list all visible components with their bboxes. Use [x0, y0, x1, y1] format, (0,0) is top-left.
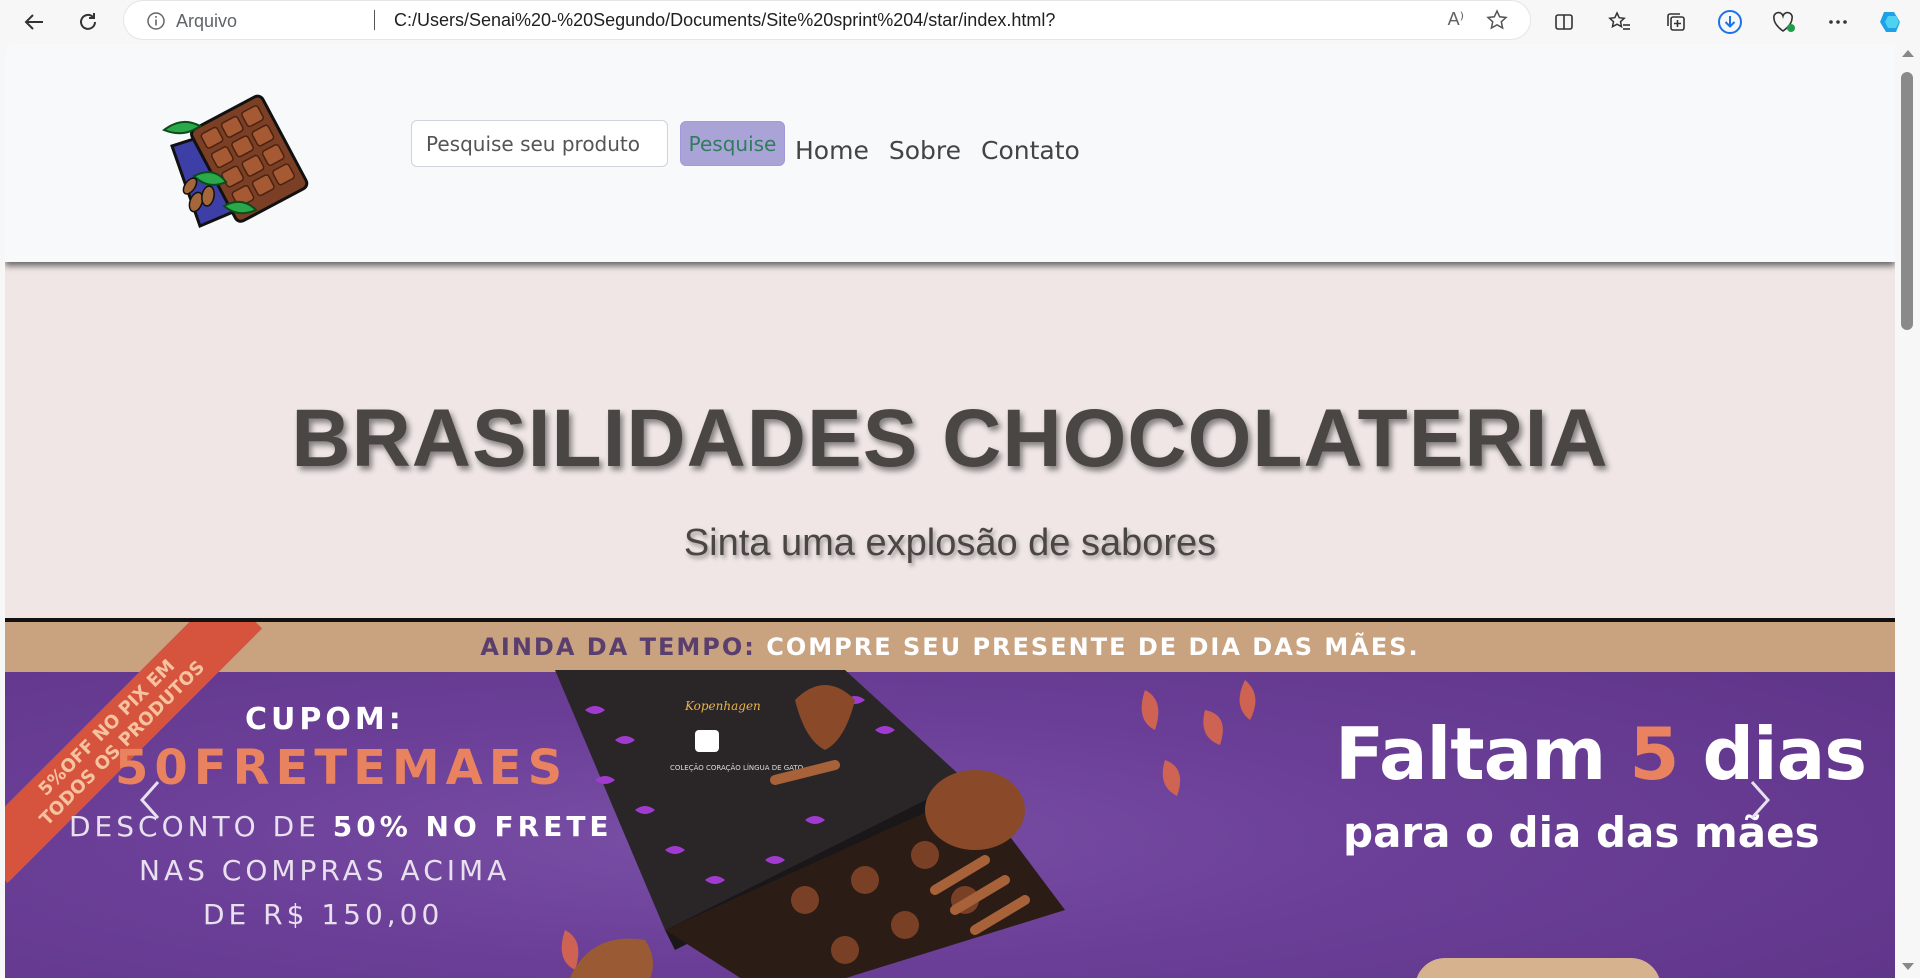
collections-icon — [1667, 13, 1685, 31]
chocolate-bar-logo-icon — [162, 94, 309, 229]
browser-essentials-button[interactable] — [1766, 4, 1802, 40]
promo-cta-button[interactable] — [1415, 958, 1661, 978]
site-navbar: Pesquise Home Sobre Contato — [5, 44, 1895, 262]
info-icon[interactable] — [146, 11, 166, 31]
favorites-button[interactable] — [1602, 4, 1638, 40]
chevron-left-icon — [139, 781, 160, 819]
browser-toolbar: Arquivo C:/Users/Senai%20-%20Segundo/Doc… — [0, 0, 1920, 44]
promo-strip-text: COMPRE SEU PRESENTE DE DIA DAS MÃES. — [766, 633, 1420, 661]
more-dots-icon — [1829, 20, 1847, 24]
hero-subtitle: Sinta uma explosão de sabores — [683, 522, 1217, 564]
chevron-right-icon — [1750, 781, 1771, 819]
coupon-condition-line: NAS COMPRAS ACIMA — [139, 854, 511, 887]
collections-button[interactable] — [1658, 4, 1694, 40]
scroll-down-arrow-icon[interactable] — [1902, 963, 1914, 970]
coupon-discount-prefix: DESCONTO DE — [69, 810, 333, 843]
nav-link-sobre[interactable]: Sobre — [889, 136, 961, 165]
page-viewport: Pesquise Home Sobre Contato BRASILIDADES… — [5, 44, 1895, 978]
box-brand-text: Kopenhagen — [684, 699, 761, 713]
carousel-prev-button[interactable] — [130, 770, 170, 830]
promo-strip-lead: AINDA DA TEMPO: — [480, 633, 756, 661]
split-screen-button[interactable] — [1546, 4, 1582, 40]
scroll-up-arrow-icon[interactable] — [1902, 50, 1914, 57]
copilot-icon — [1880, 12, 1900, 32]
nav-link-home[interactable]: Home — [795, 136, 869, 165]
promo-strip: AINDA DA TEMPO: COMPRE SEU PRESENTE DE D… — [5, 622, 1895, 672]
coupon-label: CUPOM: — [245, 702, 405, 737]
scrollbar-thumb[interactable] — [1901, 72, 1913, 330]
back-button[interactable] — [16, 4, 52, 40]
carousel-next-button[interactable] — [1740, 770, 1780, 830]
copilot-button[interactable] — [1874, 4, 1910, 40]
refresh-button[interactable] — [70, 4, 106, 40]
address-bar[interactable]: Arquivo C:/Users/Senai%20-%20Segundo/Doc… — [124, 1, 1530, 39]
hero-title: BRASILIDADES CHOCOLATERIA — [291, 393, 1609, 484]
protocol-label: Arquivo — [176, 11, 238, 31]
address-separator — [374, 10, 375, 30]
hero-section: BRASILIDADES CHOCOLATERIA Sinta uma expl… — [5, 262, 1895, 618]
search-input[interactable] — [411, 120, 668, 167]
refresh-icon — [80, 13, 96, 30]
chocolate-box-image: Kopenhagen COLEÇÃO CORAÇÃO LÍNGUA DE GAT… — [555, 670, 1256, 978]
cat-logo-icon — [695, 730, 719, 752]
url-text[interactable]: C:/Users/Senai%20-%20Segundo/Documents/S… — [394, 10, 1055, 31]
countdown-headline: Faltam 5 dias — [1335, 712, 1867, 796]
read-aloud-icon[interactable]: A⁾ — [1448, 9, 1464, 30]
chocolate-logo[interactable] — [160, 86, 310, 237]
search-button[interactable]: Pesquise — [680, 121, 785, 166]
countdown-prefix: Faltam — [1335, 712, 1630, 796]
more-menu-button[interactable] — [1820, 4, 1856, 40]
coupon-code: 50FRETEMAES — [115, 740, 569, 796]
favorites-list-icon — [1608, 11, 1630, 30]
heart-pulse-icon — [1773, 11, 1795, 32]
coupon-minimum-line: DE R$ 150,00 — [203, 898, 444, 931]
nav-links: Home Sobre Contato — [795, 136, 1080, 165]
nav-link-contato[interactable]: Contato — [981, 136, 1080, 165]
download-icon — [1718, 10, 1742, 34]
favorite-star-icon[interactable] — [1486, 9, 1508, 31]
split-screen-icon — [1555, 14, 1573, 30]
downloads-button[interactable] — [1712, 4, 1748, 40]
box-caption-text: COLEÇÃO CORAÇÃO LÍNGUA DE GATO — [670, 763, 804, 772]
countdown-days-number: 5 — [1629, 712, 1679, 796]
back-arrow-icon — [24, 14, 43, 30]
promo-carousel[interactable]: AINDA DA TEMPO: COMPRE SEU PRESENTE DE D… — [5, 622, 1895, 978]
page-scrollbar[interactable] — [1896, 44, 1920, 978]
